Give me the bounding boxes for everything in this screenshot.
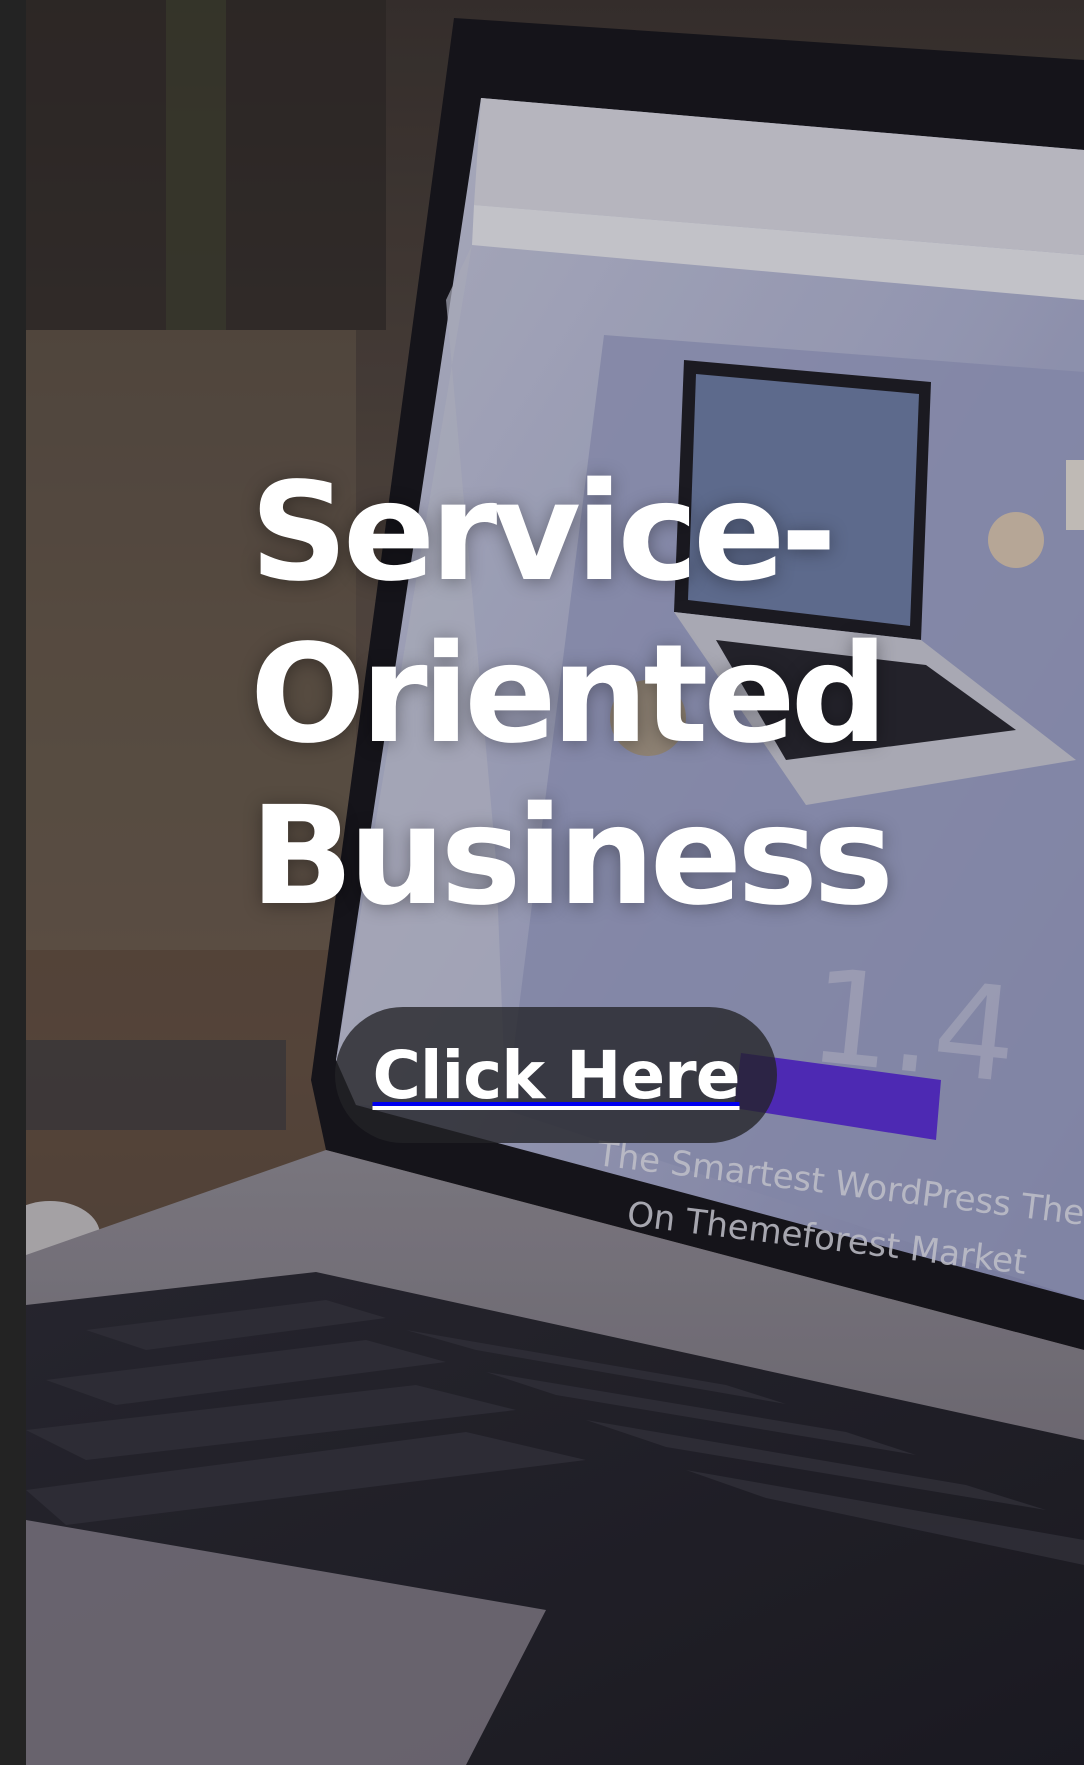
headline-line: Oriented — [250, 616, 888, 774]
hero-section: 1.4 The Smartest WordPress Theme On Them… — [26, 0, 1084, 1765]
left-edge-strip — [0, 0, 26, 1765]
click-here-label: Click Here — [372, 1036, 741, 1114]
headline-line: Business — [250, 778, 894, 936]
hero-headline: Service- Oriented Business — [250, 452, 894, 938]
headline-line: Service- — [250, 454, 837, 612]
click-here-button[interactable]: Click Here — [335, 1007, 777, 1143]
page: 1.4 The Smartest WordPress Theme On Them… — [0, 0, 1084, 1765]
